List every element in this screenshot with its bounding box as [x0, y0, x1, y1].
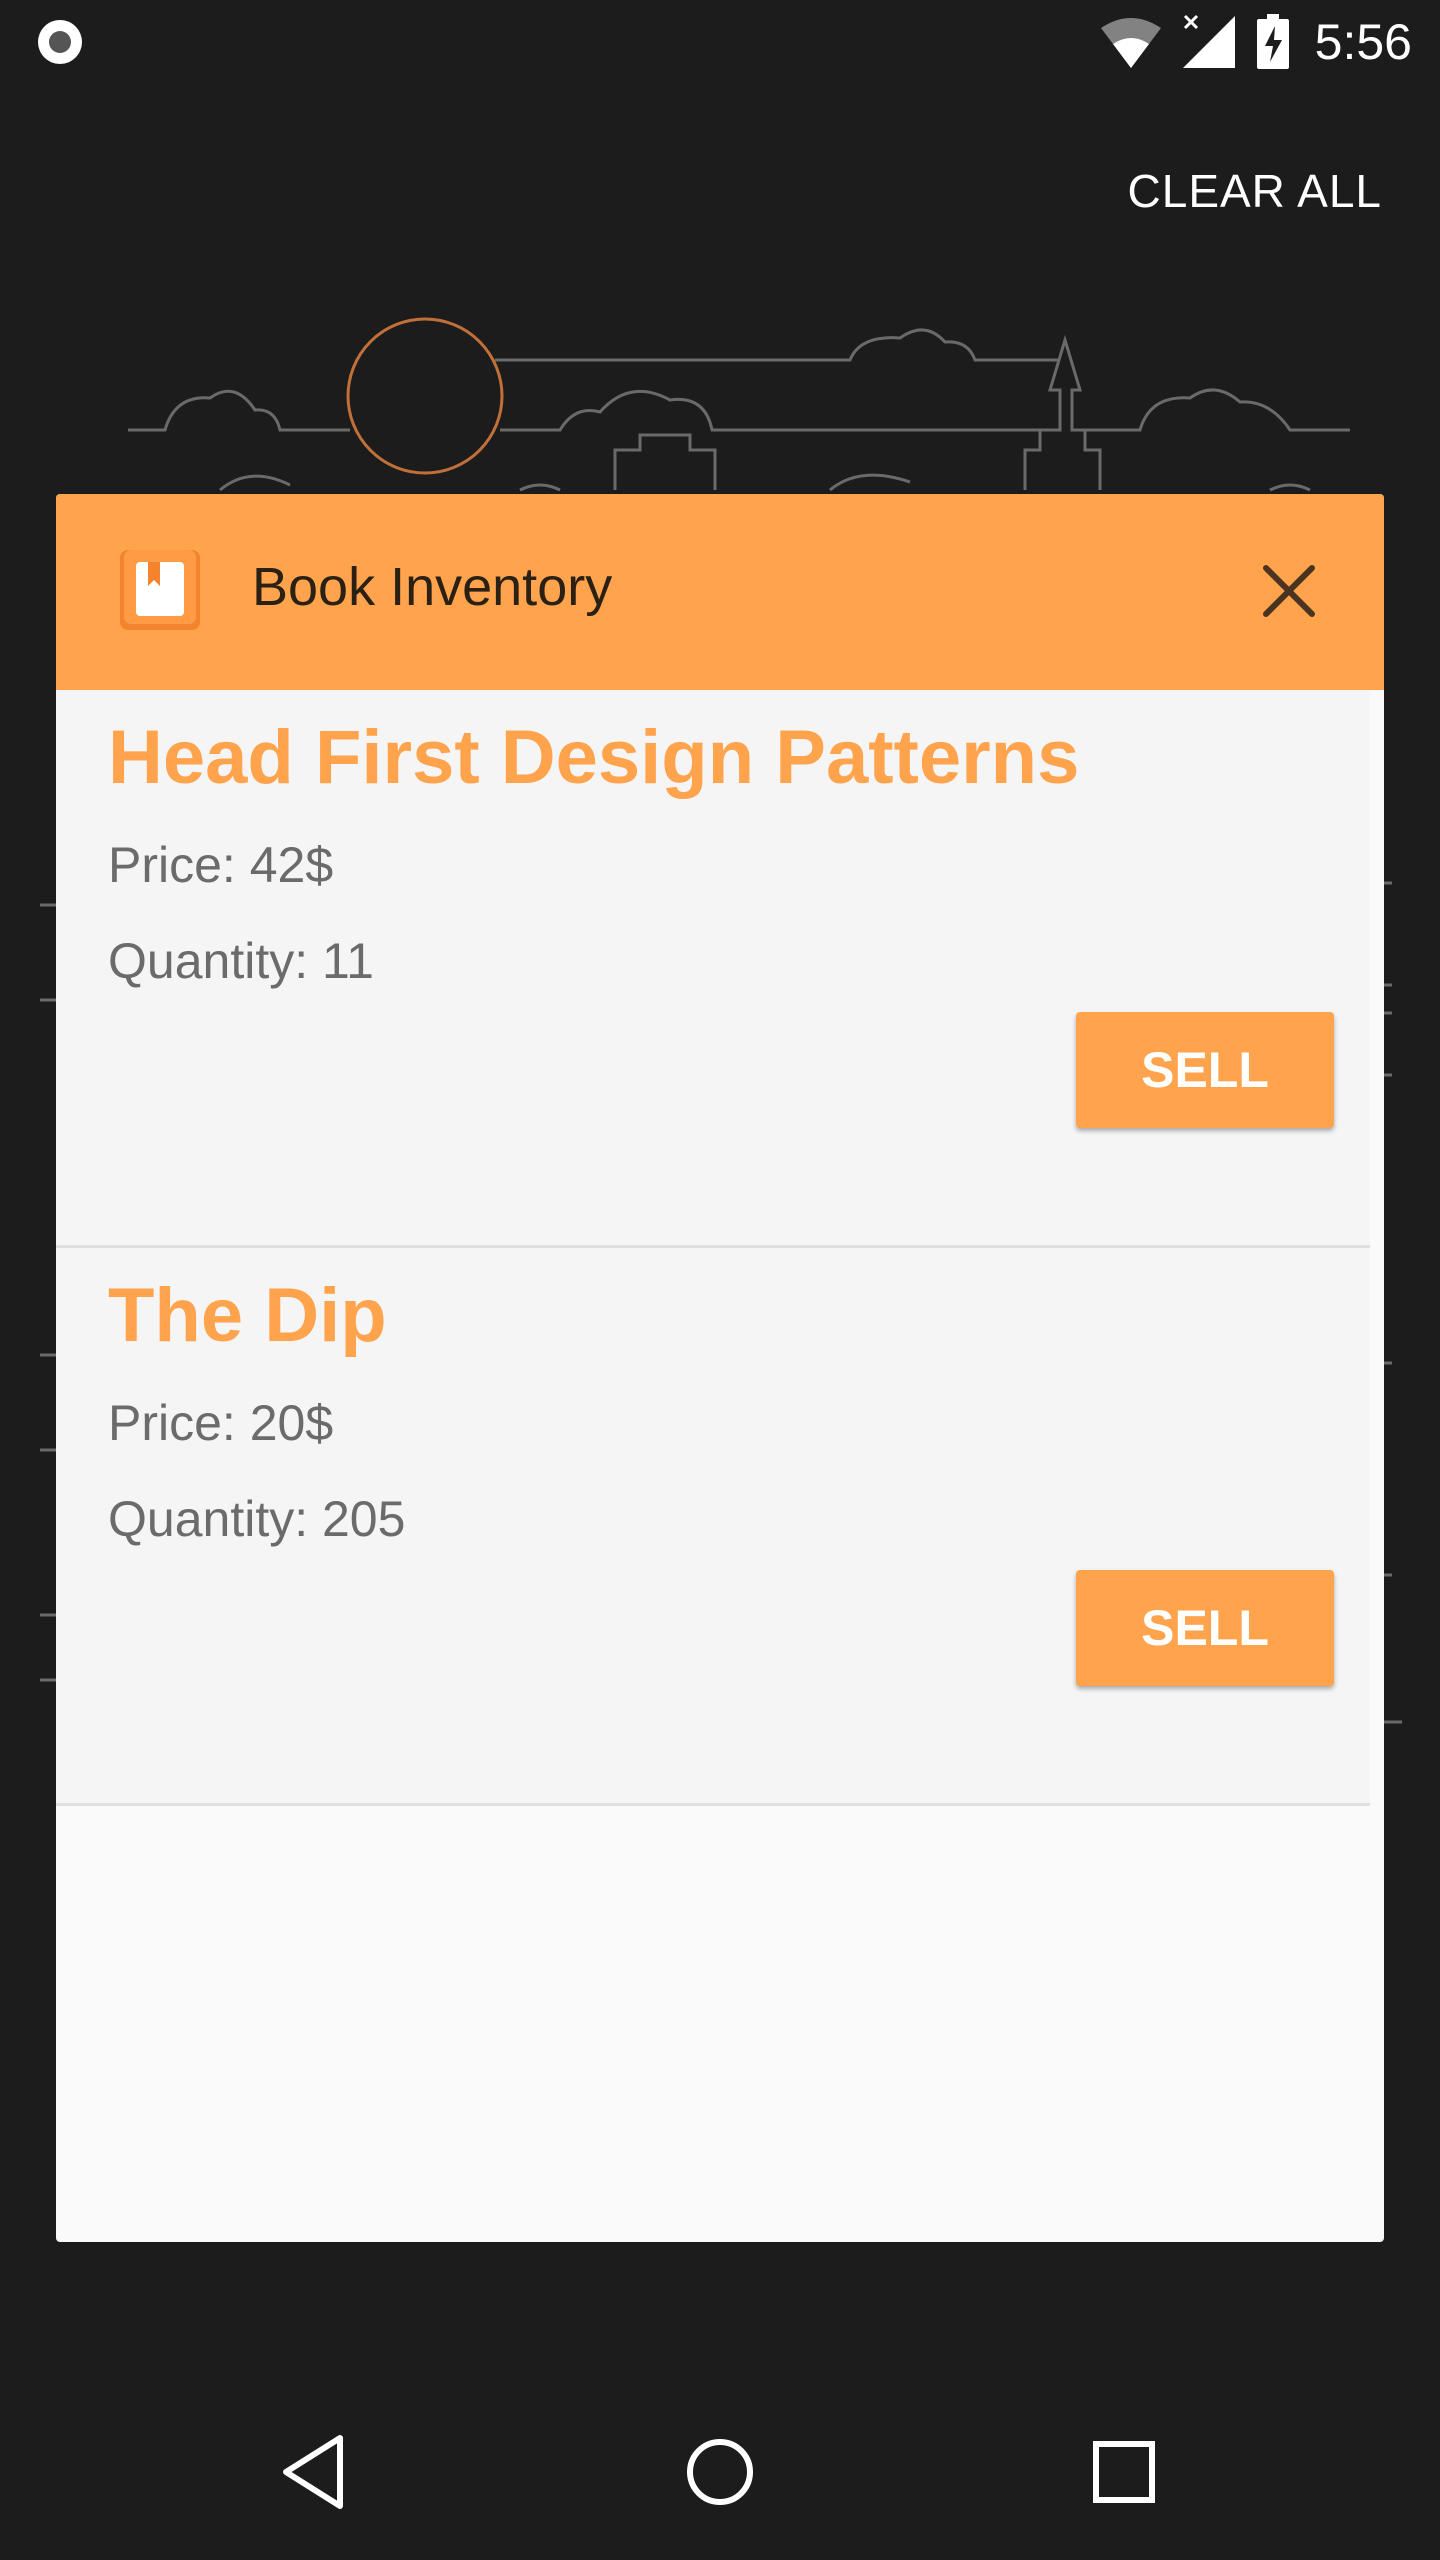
record-icon	[38, 20, 82, 64]
sell-button[interactable]: SELL	[1076, 1570, 1334, 1686]
book-quantity: Quantity: 11	[108, 933, 374, 989]
book-icon	[120, 550, 200, 630]
book-title: The Dip	[108, 1273, 387, 1358]
list-item: The Dip Price: 20$ Quantity: 205 SELL	[56, 1248, 1370, 1806]
book-price: Price: 42$	[108, 837, 334, 893]
status-time: 5:56	[1314, 14, 1412, 70]
recent-task-card[interactable]: Book Inventory Head First Design Pattern…	[56, 494, 1384, 2242]
book-title: Head First Design Patterns	[108, 715, 1080, 800]
list-item: Head First Design Patterns Price: 42$ Qu…	[56, 690, 1370, 1248]
navigation-bar	[0, 2384, 1440, 2560]
app-title: Book Inventory	[252, 557, 613, 617]
status-bar: 5:56	[0, 0, 1440, 84]
book-quantity: Quantity: 205	[108, 1491, 406, 1547]
sell-button[interactable]: SELL	[1076, 1012, 1334, 1128]
back-icon[interactable]	[268, 2424, 364, 2520]
cellular-signal-icon	[1182, 14, 1235, 68]
clear-all-button[interactable]: CLEAR ALL	[1128, 164, 1382, 218]
book-price: Price: 20$	[108, 1395, 334, 1451]
home-icon[interactable]	[672, 2424, 768, 2520]
recents-icon[interactable]	[1076, 2424, 1172, 2520]
wifi-icon	[1100, 18, 1161, 68]
battery-charging-icon	[1256, 14, 1289, 69]
close-icon[interactable]	[1254, 556, 1324, 626]
book-list: Head First Design Patterns Price: 42$ Qu…	[56, 690, 1384, 1806]
task-card-header: Book Inventory	[56, 494, 1384, 690]
